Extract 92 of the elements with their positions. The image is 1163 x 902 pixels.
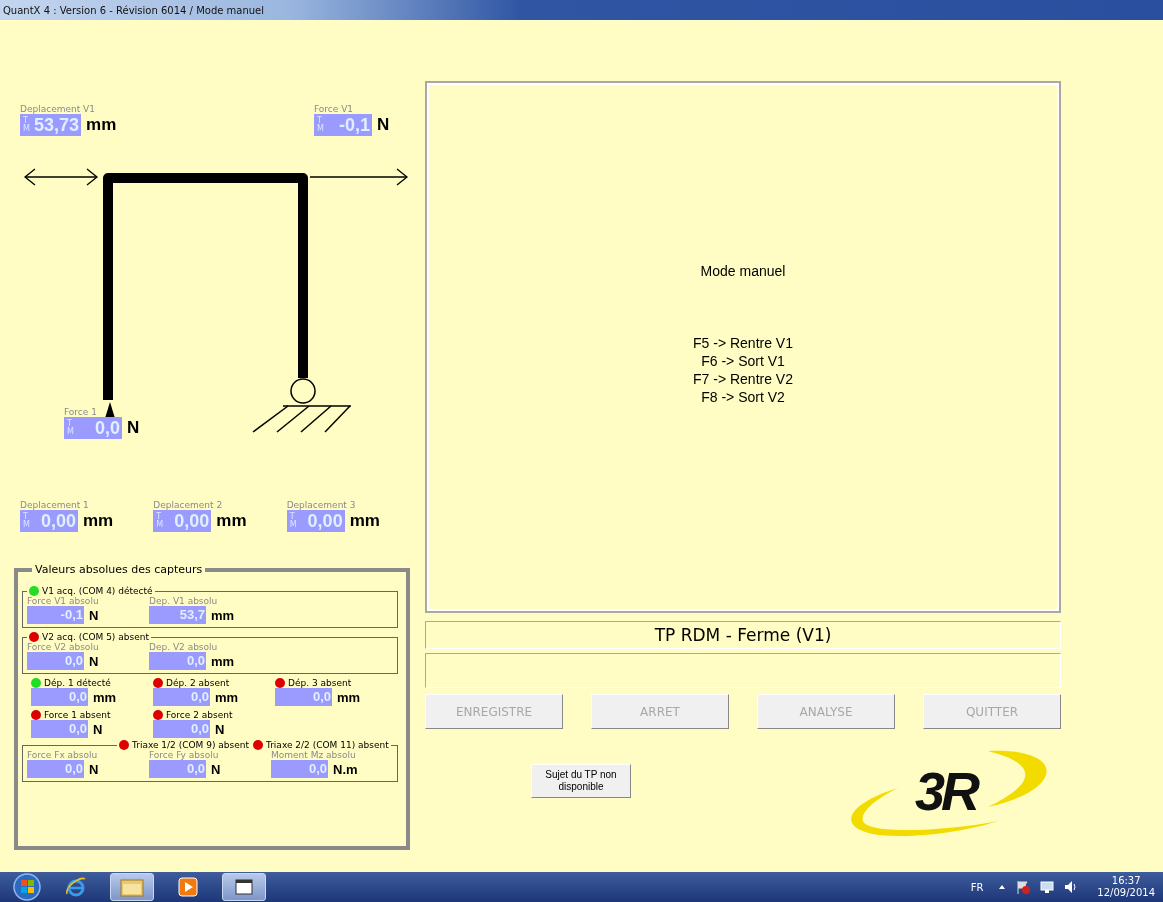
- unit-label: mm: [211, 607, 235, 623]
- field-label: Dep. V1 absolu: [149, 596, 219, 606]
- readout-label: Deplacement 2: [153, 500, 224, 510]
- shortcut-line: F8 -> Sort V2: [701, 388, 785, 406]
- mode-letter: M: [317, 125, 325, 133]
- flag-icon[interactable]: [1015, 879, 1032, 895]
- shortcut-line: F6 -> Sort V1: [701, 352, 785, 370]
- field-label: Force Fy absolu: [149, 750, 220, 760]
- mode-letter: T: [156, 513, 162, 521]
- status-label: Force 2 absent: [166, 710, 233, 720]
- mode-letter: M: [23, 125, 31, 133]
- field-label: Force V2 absolu: [27, 642, 100, 652]
- status-label: V2 acq. (COM 5) absent: [42, 632, 149, 642]
- unit-label: mm: [211, 653, 235, 669]
- panel-title: Valeurs absolues des capteurs: [32, 563, 206, 576]
- value-display: 0,0: [27, 652, 84, 670]
- mode-letter: T: [23, 513, 28, 521]
- mode-letter: T: [289, 513, 295, 521]
- readout-label: Deplacement 1: [20, 500, 90, 510]
- media-player-icon: [177, 876, 199, 898]
- logo-text: 3R: [915, 759, 976, 822]
- unit-label: N: [93, 721, 103, 737]
- unit-label: mm: [86, 115, 117, 135]
- value-display: 0,0: [275, 688, 332, 706]
- window-icon: [233, 876, 255, 898]
- unit-label: N: [89, 761, 99, 777]
- clock-time[interactable]: 16:37: [1111, 875, 1141, 887]
- mode-letter: T: [23, 117, 28, 125]
- readout-value: T M 0,00: [286, 510, 345, 532]
- unit-label: N.m: [333, 761, 358, 777]
- value-display: -0,1: [27, 606, 84, 624]
- shortcut-line: F7 -> Rentre V2: [693, 370, 793, 388]
- mode-letter: M: [23, 521, 31, 529]
- mode-heading: Mode manuel: [700, 263, 786, 279]
- unit-label: N: [127, 418, 140, 438]
- status-label: Dép. 2 absent: [166, 678, 230, 688]
- value-display: 0,0: [31, 720, 88, 738]
- value-display: 0,0: [27, 760, 84, 778]
- value-display: 0,0: [149, 652, 206, 670]
- window-title: QuantX 4 : Version 6 - Révision 6014 / Mode manuel: [3, 4, 265, 16]
- mode-letter: M: [67, 428, 75, 436]
- readout-label: Deplacement 3: [286, 500, 357, 510]
- mode-letter: M: [156, 521, 165, 529]
- status-label: Force 1 absent: [44, 710, 111, 720]
- mode-letter: M: [289, 521, 298, 529]
- unit-label: N: [89, 653, 99, 669]
- unit-label: mm: [83, 511, 114, 531]
- value-display: 0,0: [31, 688, 88, 706]
- mode-letter: T: [67, 420, 72, 428]
- readout-value: T M 0,00: [20, 510, 78, 532]
- unit-label: N: [211, 761, 221, 777]
- unit-label: N: [377, 115, 390, 135]
- status-label: Triaxe 2/2 (COM 11) absent: [266, 740, 389, 750]
- status-label: Triaxe 1/2 (COM 9) absent: [132, 740, 249, 750]
- arrow-icon: [309, 168, 409, 186]
- language-indicator[interactable]: FR: [970, 881, 984, 893]
- subject-button[interactable]: Sujet du TP non disponible: [531, 764, 631, 798]
- network-icon[interactable]: [1039, 879, 1056, 895]
- value-display: 0,0: [153, 720, 210, 738]
- status-label: Dép. 1 détecté: [44, 678, 111, 688]
- folder-icon: [120, 876, 144, 898]
- value-display: 0,0: [271, 760, 328, 778]
- exercise-title: TP RDM - Ferme (V1): [654, 625, 832, 645]
- double-arrow-icon: [23, 168, 99, 186]
- readout-label: Force V1: [314, 104, 355, 114]
- unit-label: mm: [215, 689, 239, 705]
- unit-label: N: [215, 721, 225, 737]
- unit-label: N: [89, 607, 99, 623]
- clock-date[interactable]: 12/09/2014: [1097, 887, 1155, 899]
- readout-value: T M 0,0: [64, 417, 122, 439]
- value-display: 53,7: [149, 606, 206, 624]
- unit-label: mm: [337, 689, 361, 705]
- mode-letter: T: [317, 117, 322, 125]
- field-label: Dep. V2 absolu: [149, 642, 219, 652]
- field-label: Force Fx absolu: [27, 750, 99, 760]
- status-label: V1 acq. (COM 4) détecté: [42, 586, 153, 596]
- unit-label: mm: [93, 689, 117, 705]
- readout-value: T M -0,1: [314, 114, 372, 136]
- field-label: Force V1 absolu: [27, 596, 100, 606]
- readout-value: T M 0,00: [153, 510, 212, 532]
- readout-label: Force 1: [64, 407, 98, 417]
- value-display: 0,0: [153, 688, 210, 706]
- start-button[interactable]: [12, 872, 42, 902]
- browser-icon: [65, 876, 87, 898]
- value-display: 0,0: [149, 760, 206, 778]
- status-label: Dép. 3 absent: [288, 678, 352, 688]
- unit-label: mm: [216, 511, 247, 531]
- taskbar-button[interactable]: [222, 873, 266, 901]
- unit-label: mm: [349, 511, 380, 531]
- field-label: Moment Mz absolu: [271, 750, 357, 760]
- shortcut-line: F5 -> Rentre V1: [693, 334, 793, 352]
- readout-label: Deplacement V1: [20, 104, 96, 114]
